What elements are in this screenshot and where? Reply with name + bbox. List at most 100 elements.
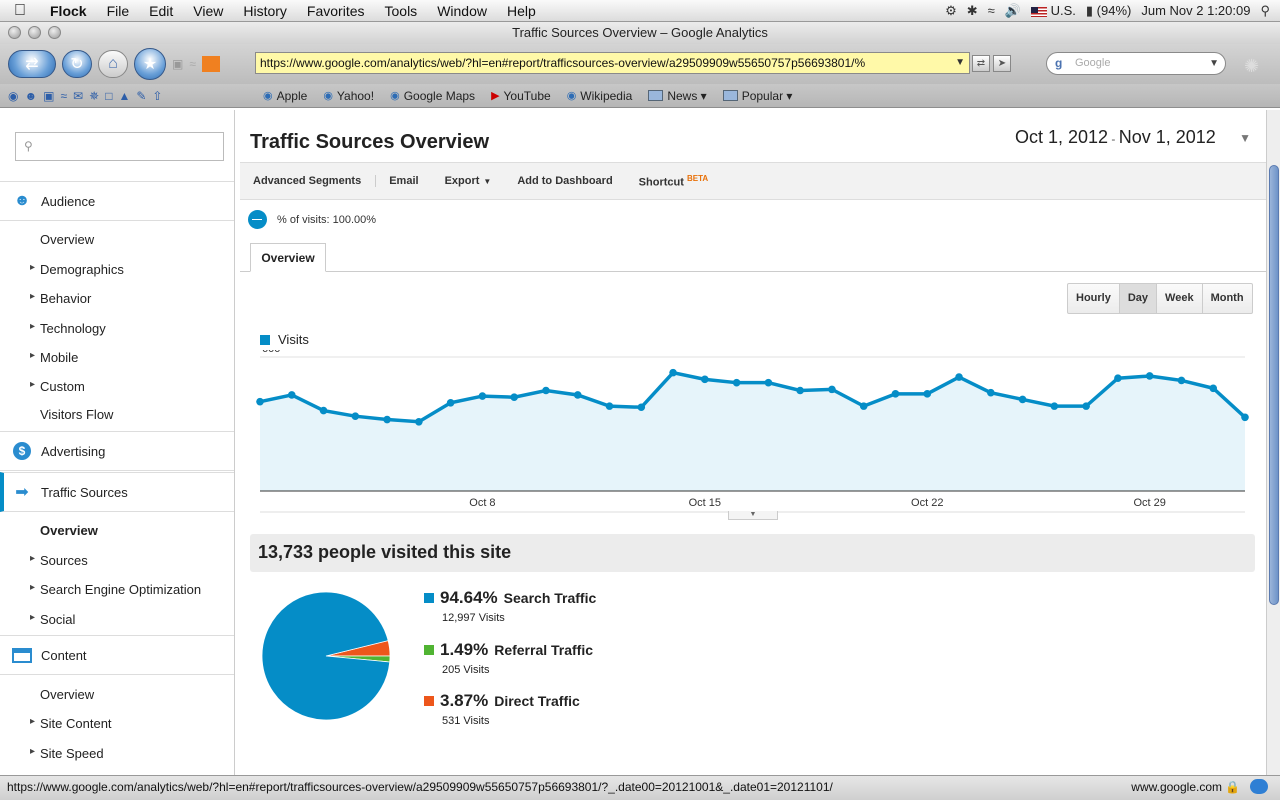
- time-granularity-toggle: Hourly Day Week Month: [1067, 283, 1253, 314]
- pie-legend-referral[interactable]: 1.49% Referral Traffic 205 Visits: [424, 640, 593, 676]
- shortcut-button[interactable]: Shortcut BETA: [626, 174, 721, 189]
- camera-icon[interactable]: ▣: [172, 57, 183, 71]
- week-button[interactable]: Week: [1157, 284, 1203, 313]
- menu-tools[interactable]: Tools: [375, 3, 428, 19]
- menu-app-name[interactable]: Flock: [40, 3, 97, 19]
- blog-pen-icon[interactable]: ✎: [136, 89, 146, 103]
- people-icon[interactable]: ☻: [24, 89, 37, 103]
- upload-icon[interactable]: ⇧: [152, 89, 162, 103]
- hourly-button[interactable]: Hourly: [1068, 284, 1120, 313]
- visits-area-chart[interactable]: 300600Oct 8Oct 15Oct 22Oct 29: [240, 350, 1266, 515]
- sidebar-item-content-overview[interactable]: Overview: [40, 687, 94, 702]
- sidebar-item-audience-overview[interactable]: Overview: [40, 232, 94, 247]
- page-tools-icon[interactable]: ⇄: [972, 55, 990, 72]
- menu-favorites[interactable]: Favorites: [297, 3, 375, 19]
- sidebar-item-seo[interactable]: Search Engine Optimization: [30, 582, 201, 597]
- bookmark-apple[interactable]: ◉ Apple: [255, 89, 315, 103]
- sidebar-item-mobile[interactable]: Mobile: [30, 350, 78, 365]
- export-button[interactable]: Export ▼: [432, 175, 505, 187]
- rss-icon[interactable]: ≈: [189, 57, 196, 71]
- battery-status[interactable]: ▮ (94%): [1086, 3, 1131, 19]
- sidebar-item-sources[interactable]: Sources: [30, 553, 88, 568]
- home-button[interactable]: ⌂: [98, 50, 128, 78]
- vertical-scrollbar[interactable]: [1266, 110, 1280, 775]
- bluetooth-icon[interactable]: ✱: [967, 3, 978, 19]
- minimize-window-button[interactable]: [28, 26, 41, 39]
- sidebar-item-technology[interactable]: Technology: [30, 321, 106, 336]
- email-button[interactable]: Email: [376, 175, 431, 187]
- traffic-pie-chart[interactable]: [260, 590, 392, 722]
- sidebar-item-behavior[interactable]: Behavior: [30, 291, 91, 306]
- volume-icon[interactable]: 🔊: [1005, 3, 1021, 19]
- pie-legend-direct[interactable]: 3.87% Direct Traffic 531 Visits: [424, 691, 580, 727]
- menu-view[interactable]: View: [183, 3, 233, 19]
- sidebar-section-content[interactable]: Content: [0, 635, 234, 675]
- clipboard-icon[interactable]: □: [105, 89, 112, 103]
- close-window-button[interactable]: [8, 26, 21, 39]
- bookmark-google-maps[interactable]: ◉ Google Maps: [382, 89, 483, 103]
- report-search-input[interactable]: ⚲: [15, 132, 224, 161]
- search-engine-dropdown-icon[interactable]: ▼: [1209, 53, 1219, 74]
- scrollbar-thumb[interactable]: [1269, 165, 1279, 605]
- chart-legend[interactable]: Visits: [260, 332, 309, 347]
- bookmark-wikipedia[interactable]: ◉ Wikipedia: [559, 89, 641, 103]
- clock[interactable]: Jum Nov 2 1:20:09: [1141, 3, 1250, 18]
- go-arrow-icon[interactable]: ➤: [993, 55, 1011, 72]
- slice-label: Direct Traffic: [494, 693, 580, 709]
- sidebar-item-traffic-overview[interactable]: Overview: [40, 523, 98, 538]
- visits-data-point: [605, 402, 614, 410]
- chart-resize-handle[interactable]: ▼: [728, 511, 778, 520]
- chat-bubble-icon[interactable]: [1250, 779, 1268, 794]
- advanced-segments-button[interactable]: Advanced Segments: [240, 175, 377, 187]
- slice-visits: 531 Visits: [442, 715, 490, 727]
- menu-history[interactable]: History: [233, 3, 297, 19]
- visits-data-point: [1114, 374, 1122, 383]
- slice-visits: 12,997 Visits: [442, 612, 505, 624]
- menu-help[interactable]: Help: [497, 3, 546, 19]
- dollar-icon: $: [11, 442, 33, 460]
- menu-edit[interactable]: Edit: [139, 3, 183, 19]
- favorites-manager-icon[interactable]: ✵: [89, 89, 99, 103]
- sidebar-item-demographics[interactable]: Demographics: [30, 262, 124, 277]
- zoom-window-button[interactable]: [48, 26, 61, 39]
- lock-icon[interactable]: 🔒: [1225, 776, 1240, 798]
- bookmark-youtube[interactable]: ▶ YouTube: [483, 89, 559, 103]
- favorite-button[interactable]: ★: [134, 48, 166, 80]
- day-button[interactable]: Day: [1119, 284, 1158, 313]
- web-search-field[interactable]: g Google ▼: [1046, 52, 1226, 75]
- apple-icon[interactable]: : [0, 2, 40, 20]
- reload-button[interactable]: ↻: [62, 50, 92, 78]
- menu-file[interactable]: File: [97, 3, 140, 19]
- date-range-picker[interactable]: Oct 1, 2012 - Nov 1, 2012 ▼: [1015, 124, 1255, 154]
- sidebar-item-site-content[interactable]: Site Content: [30, 716, 111, 731]
- bookmark-yahoo[interactable]: ◉ Yahoo!: [315, 89, 382, 103]
- shortcut-label: Shortcut: [638, 176, 684, 189]
- input-source[interactable]: U.S.: [1030, 3, 1076, 18]
- bookmark-folder-popular[interactable]: Popular ▾: [715, 89, 801, 103]
- wifi-icon[interactable]: ≈: [988, 3, 995, 18]
- address-bar[interactable]: https://www.google.com/analytics/web/?hl…: [255, 52, 970, 74]
- menu-window[interactable]: Window: [427, 3, 497, 19]
- sync-icon[interactable]: ⚙: [945, 3, 957, 19]
- bookmark-folder-news[interactable]: News ▾: [640, 89, 714, 103]
- sidebar-item-custom[interactable]: Custom: [30, 379, 85, 394]
- media-icon[interactable]: ▣: [43, 89, 54, 103]
- add-to-dashboard-button[interactable]: Add to Dashboard: [504, 175, 625, 187]
- pie-legend-search[interactable]: 94.64% Search Traffic 12,997 Visits: [424, 588, 596, 624]
- visits-data-point: [955, 373, 963, 381]
- tab-overview[interactable]: Overview: [250, 243, 326, 272]
- sidebar-section-advertising[interactable]: $ Advertising: [0, 431, 234, 471]
- mail-icon[interactable]: ✉: [73, 89, 83, 103]
- sidebar-section-traffic-sources[interactable]: ➡ Traffic Sources: [0, 472, 234, 512]
- back-forward-button[interactable]: ⇄: [8, 50, 56, 78]
- month-button[interactable]: Month: [1203, 284, 1252, 313]
- address-dropdown-icon[interactable]: ▼: [955, 53, 965, 73]
- sidebar-item-visitors-flow[interactable]: Visitors Flow: [40, 407, 113, 422]
- sidebar-item-site-speed[interactable]: Site Speed: [30, 746, 104, 761]
- spotlight-icon[interactable]: ⚲: [1260, 3, 1270, 19]
- pin-icon[interactable]: ▲: [118, 89, 130, 103]
- flock-globe-icon[interactable]: ◉: [8, 89, 18, 103]
- sidebar-section-audience[interactable]: ☻ Audience: [0, 181, 234, 221]
- sidebar-item-social[interactable]: Social: [30, 612, 76, 627]
- feeds-icon[interactable]: ≈: [60, 89, 67, 103]
